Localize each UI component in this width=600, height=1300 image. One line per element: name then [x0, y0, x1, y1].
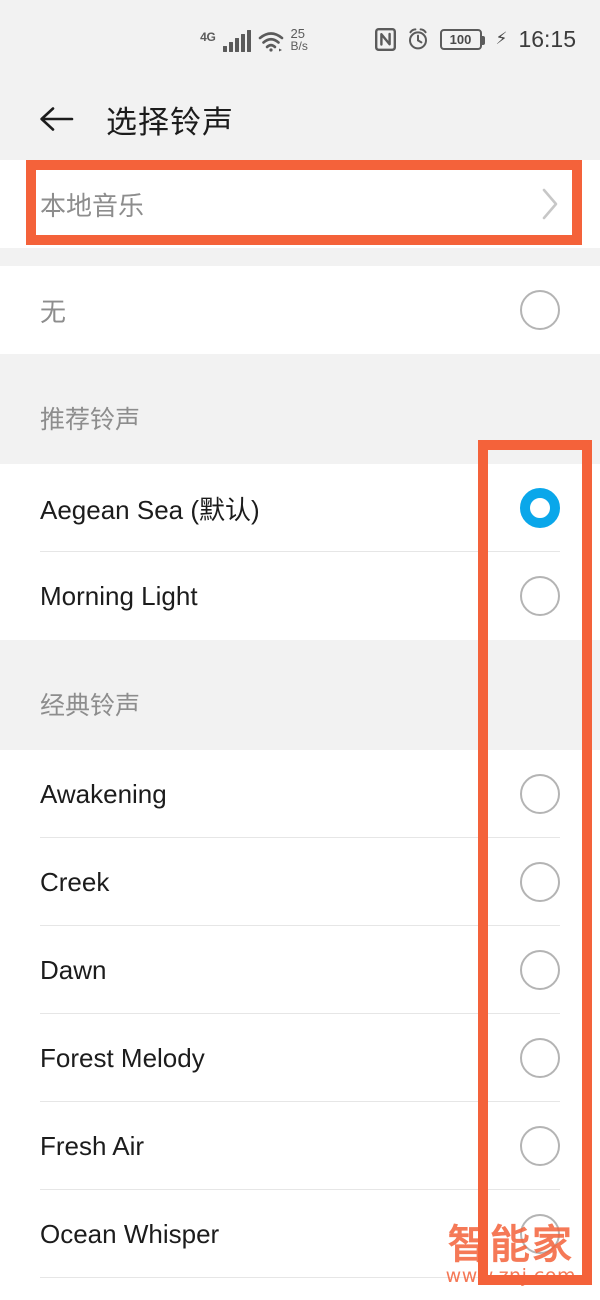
local-music-label: 本地音乐 [40, 190, 145, 221]
ringtone-label: Awakening [40, 778, 167, 809]
clock-label: 16:15 [518, 25, 576, 52]
battery-icon: 100 [439, 28, 485, 50]
status-bar-right: 100 ⚡ 16:15 [374, 0, 576, 78]
list-item-morning-light[interactable]: Morning Light [0, 552, 600, 640]
list-item-creek[interactable]: Creek [0, 838, 600, 926]
ringtone-label: Aegean Sea (默认) [40, 494, 260, 525]
none-label: 无 [40, 296, 67, 327]
section-gap [0, 354, 600, 372]
section-title: 经典铃声 [40, 692, 141, 720]
chevron-right-icon [540, 187, 560, 221]
page-title: 选择铃声 [106, 104, 234, 140]
list-item-awakening[interactable]: Awakening [0, 750, 600, 838]
list-item-ocean-whisper[interactable]: Ocean Whisper [0, 1190, 600, 1278]
alarm-icon [407, 28, 429, 50]
list-item-aegean-sea[interactable]: Aegean Sea (默认) [0, 464, 600, 552]
charging-bolt-icon: ⚡ [495, 29, 508, 48]
ringtone-label: Fresh Air [40, 1130, 145, 1161]
radio-none[interactable] [520, 290, 560, 330]
ringtone-label: Ocean Whisper [40, 1218, 220, 1249]
radio-ocean-whisper[interactable] [520, 1214, 560, 1254]
list-item-rays[interactable]: Rays [0, 1278, 600, 1300]
radio-aegean-sea[interactable] [520, 488, 560, 528]
network-speed: 25 B/s [291, 27, 308, 53]
status-bar-left: 4G 25 B/s [200, 26, 308, 53]
ringtone-label: Creek [40, 866, 110, 897]
network-speed-unit: B/s [290, 39, 308, 53]
radio-fresh-air[interactable] [520, 1126, 560, 1166]
ringtone-label: Morning Light [40, 580, 198, 611]
ringtone-label: Forest Melody [40, 1042, 205, 1073]
nfc-icon [374, 27, 396, 51]
list-item-none[interactable]: 无 [0, 266, 600, 354]
ringtone-list: 本地音乐 无 推荐铃声 Aegean Sea (默认) Morning Ligh… [0, 160, 600, 1300]
phone-screen: 4G 25 B/s 100 ⚡ 16:15 选择铃声 本地音乐 无 推荐铃声 A… [0, 0, 600, 1300]
section-gap [0, 248, 600, 266]
signal-bars-icon [222, 30, 251, 52]
radio-awakening[interactable] [520, 774, 560, 814]
wifi-icon [258, 30, 284, 52]
section-gap [0, 640, 600, 658]
radio-creek[interactable] [520, 862, 560, 902]
list-item-local-music[interactable]: 本地音乐 [0, 160, 600, 248]
list-item-dawn[interactable]: Dawn [0, 926, 600, 1014]
section-title: 推荐铃声 [40, 406, 141, 434]
network-type-label: 4G [200, 30, 216, 44]
radio-morning-light[interactable] [520, 576, 560, 616]
section-header-recommended: 推荐铃声 [0, 372, 600, 464]
list-item-forest-melody[interactable]: Forest Melody [0, 1014, 600, 1102]
radio-forest-melody[interactable] [520, 1038, 560, 1078]
list-item-fresh-air[interactable]: Fresh Air [0, 1102, 600, 1190]
back-arrow-icon[interactable] [38, 104, 76, 134]
status-bar: 4G 25 B/s 100 ⚡ 16:15 [0, 0, 600, 78]
ringtone-label: Dawn [40, 954, 107, 985]
app-header: 选择铃声 [0, 78, 600, 160]
radio-dawn[interactable] [520, 950, 560, 990]
section-header-classic: 经典铃声 [0, 658, 600, 750]
battery-percent-label: 100 [449, 31, 472, 47]
